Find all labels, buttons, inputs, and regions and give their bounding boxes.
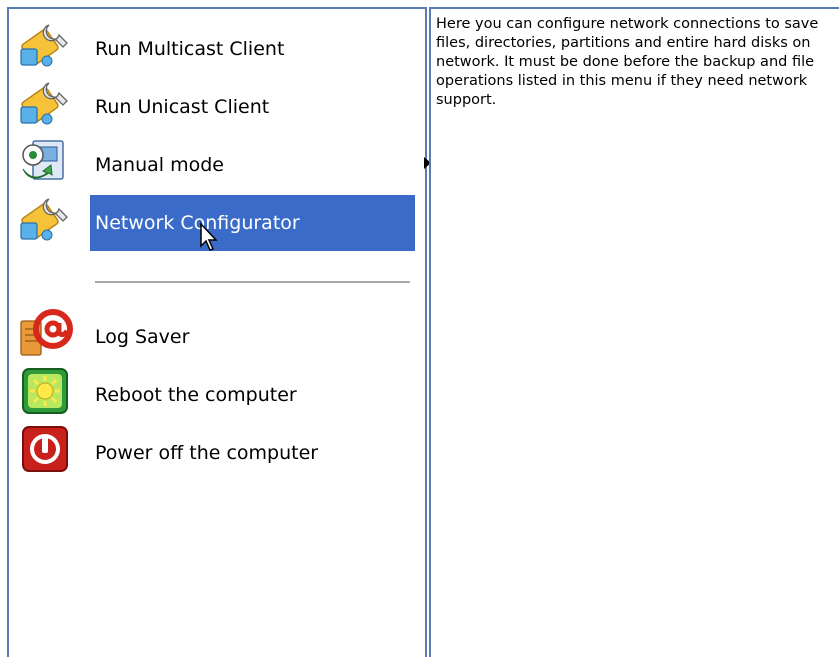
mouse-cursor-icon bbox=[199, 222, 221, 254]
reboot-icon bbox=[19, 365, 73, 417]
menu-item-label: Run Unicast Client bbox=[95, 96, 270, 118]
menu-separator bbox=[95, 281, 410, 283]
menu-item-power-off-the-computer[interactable]: Power off the computer bbox=[19, 423, 415, 475]
menu-item-run-unicast-client[interactable]: Run Unicast Client bbox=[19, 77, 415, 129]
menu-item-label: Log Saver bbox=[95, 326, 190, 348]
menu-item-manual-mode[interactable]: Manual mode bbox=[19, 135, 431, 187]
menu-item-log-saver[interactable]: Log Saver bbox=[19, 307, 415, 359]
network-wrench-icon bbox=[19, 77, 73, 129]
menu-item-label: Network Configurator bbox=[90, 195, 415, 251]
network-wrench-icon bbox=[19, 19, 73, 71]
dialog-frame: Run Multicast Client Run Unicast Client bbox=[0, 0, 839, 657]
menu-panel: Run Multicast Client Run Unicast Client bbox=[7, 7, 431, 657]
menu-item-label: Reboot the computer bbox=[95, 384, 297, 406]
description-text: Here you can configure network connectio… bbox=[436, 16, 819, 108]
menu-item-run-multicast-client[interactable]: Run Multicast Client bbox=[19, 19, 415, 71]
menu-item-label: Manual mode bbox=[95, 154, 224, 176]
info-panel: Here you can configure network connectio… bbox=[429, 7, 839, 657]
menu-item-label: Run Multicast Client bbox=[95, 38, 285, 60]
log-saver-icon bbox=[19, 307, 73, 359]
menu-item-label: Power off the computer bbox=[95, 442, 319, 464]
power-off-icon bbox=[19, 423, 73, 475]
network-wrench-icon bbox=[19, 193, 73, 245]
manual-mode-icon bbox=[19, 135, 73, 187]
menu-item-reboot-the-computer[interactable]: Reboot the computer bbox=[19, 365, 415, 417]
